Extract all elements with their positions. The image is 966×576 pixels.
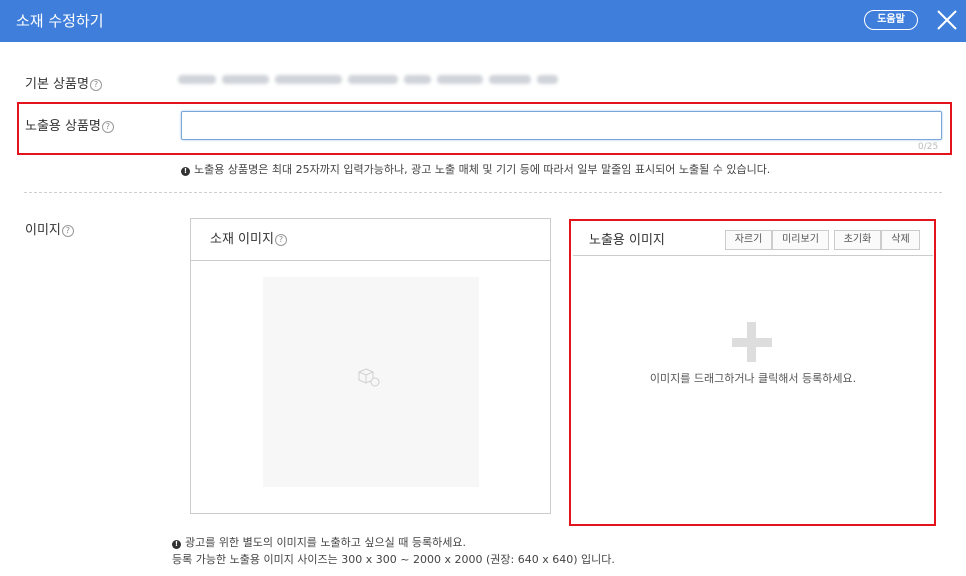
exposure-image-title: 노출용 이미지 bbox=[589, 233, 665, 248]
image-label-text: 이미지 bbox=[25, 223, 61, 238]
exposure-name-note: ! 노출용 상품명은 최대 25자까지 입력가능하나, 광고 노출 매체 및 기기… bbox=[181, 161, 770, 177]
help-button[interactable]: 도움말 bbox=[864, 10, 918, 30]
exposure-name-label: 노출용 상품명? bbox=[25, 115, 114, 134]
delete-button[interactable]: 삭제 bbox=[881, 230, 920, 250]
help-question-icon[interactable]: ? bbox=[274, 234, 287, 246]
info-bullet-icon: ! bbox=[172, 540, 181, 549]
drop-zone-text: 이미지를 드래그하거나 클릭해서 등록하세요. bbox=[649, 372, 857, 385]
help-question-icon[interactable]: ? bbox=[61, 225, 74, 237]
basic-name-value-blurred bbox=[178, 72, 559, 86]
source-image-title: 소재 이미지 bbox=[210, 232, 274, 247]
close-button[interactable] bbox=[933, 6, 961, 34]
plus-icon[interactable] bbox=[732, 322, 772, 362]
modal-header: 소재 수정하기 도움말 bbox=[0, 0, 966, 42]
section-divider bbox=[24, 192, 942, 193]
image-label: 이미지? bbox=[25, 219, 74, 238]
basic-name-label: 기본 상품명? bbox=[25, 73, 102, 92]
image-note-1-text: 광고를 위한 별도의 이미지를 노출하고 싶으실 때 등록하세요. bbox=[185, 536, 466, 549]
exposure-name-note-text: 노출용 상품명은 최대 25자까지 입력가능하나, 광고 노출 매체 및 기기 … bbox=[194, 163, 771, 176]
image-note-2: 등록 가능한 노출용 이미지 사이즈는 300 x 300 ~ 2000 x 2… bbox=[172, 553, 615, 566]
help-question-icon[interactable]: ? bbox=[101, 121, 114, 133]
image-placeholder-icon bbox=[358, 368, 380, 387]
basic-name-label-text: 기본 상품명 bbox=[25, 77, 89, 92]
source-image-panel-header: 소재 이미지? bbox=[191, 219, 550, 261]
reset-button[interactable]: 초기화 bbox=[834, 230, 881, 250]
exposure-name-label-text: 노출용 상품명 bbox=[25, 119, 101, 134]
close-icon bbox=[937, 10, 957, 30]
info-bullet-icon: ! bbox=[181, 167, 190, 176]
exposure-name-input[interactable] bbox=[181, 111, 942, 140]
help-question-icon[interactable]: ? bbox=[89, 79, 102, 91]
modal-title: 소재 수정하기 bbox=[16, 12, 104, 30]
preview-button[interactable]: 미리보기 bbox=[772, 230, 829, 250]
source-image-panel: 소재 이미지? bbox=[190, 218, 551, 514]
source-image-placeholder bbox=[263, 277, 479, 487]
image-note-1: ! 광고를 위한 별도의 이미지를 노출하고 싶으실 때 등록하세요. bbox=[172, 534, 466, 550]
crop-button[interactable]: 자르기 bbox=[725, 230, 772, 250]
exposure-image-header: 노출용 이미지 자르기 미리보기 초기화 삭제 bbox=[573, 222, 933, 256]
char-counter: 0/25 bbox=[918, 142, 939, 152]
exposure-image-panel[interactable]: 노출용 이미지 자르기 미리보기 초기화 삭제 이미지를 드래그하거나 클릭해서… bbox=[573, 222, 933, 523]
